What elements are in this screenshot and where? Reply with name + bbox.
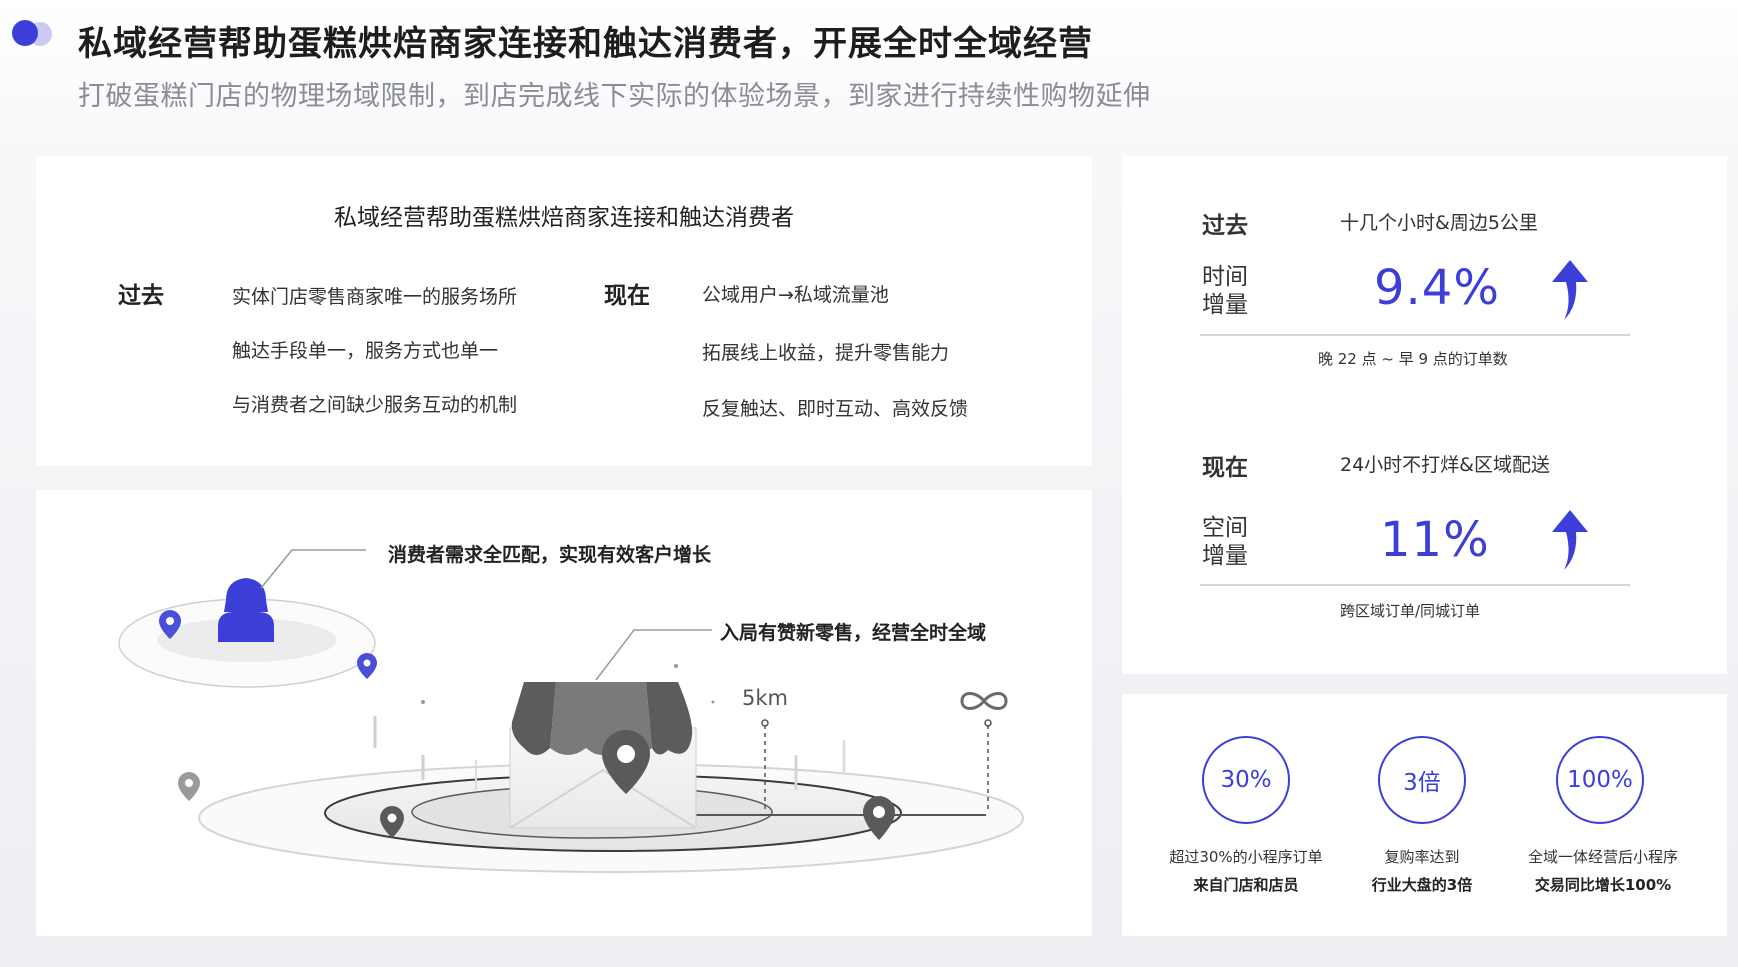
stat-1-line-2: 来自门店和店员: [1193, 876, 1299, 894]
now-label: 现在: [604, 283, 650, 309]
time-metric-label-2: 增量: [1202, 292, 1248, 318]
top-callout-text: 消费者需求全匹配，实现有效客户增长: [388, 544, 712, 566]
past-item-1: 实体门店零售商家唯一的服务场所: [232, 286, 518, 308]
stat-circle-2: 3倍: [1378, 736, 1466, 824]
arrow-up-icon: [1552, 260, 1588, 320]
past-item-3: 与消费者之间缺少服务互动的机制: [232, 394, 518, 416]
stat-2-line-2: 行业大盘的3倍: [1371, 876, 1473, 894]
space-metric-label-2: 增量: [1202, 543, 1248, 569]
past-item-2: 触达手段单一，服务方式也单一: [232, 340, 499, 362]
time-divider: [1200, 334, 1630, 336]
awning-right: [646, 682, 693, 755]
metrics-now-desc: 24小时不打烊&区域配送: [1340, 454, 1550, 476]
space-divider: [1200, 584, 1630, 586]
bullet-dark-dot: [12, 20, 38, 46]
comparison-card: 私域经营帮助蛋糕烘焙商家连接和触达消费者 过去 实体门店零售商家唯一的服务场所 …: [36, 156, 1092, 466]
space-increase-value: 11%: [1380, 512, 1490, 568]
mid-callout-text: 入局有赞新零售，经营全时全域: [720, 622, 987, 644]
stat-circle-1: 30%: [1202, 736, 1290, 824]
distance-label: 5km: [742, 686, 788, 710]
page-subtitle: 打破蛋糕门店的物理场域限制，到店完成线下实际的体验场景，到家进行持续性购物延伸: [78, 81, 1151, 112]
now-item-3: 反复触达、即时互动、高效反馈: [702, 398, 969, 420]
metrics-now-label: 现在: [1202, 455, 1248, 481]
arrow-up-icon: [1552, 510, 1588, 570]
stats-card: 30% 超过30%的小程序订单 来自门店和店员 3倍 复购率达到 行业大盘的3倍…: [1122, 694, 1727, 936]
time-metric-label-1: 时间: [1202, 264, 1248, 290]
stat-3-line-1: 全域一体经营后小程序: [1527, 848, 1678, 866]
stat-3-line-2: 交易同比增长100%: [1534, 876, 1672, 894]
past-label: 过去: [118, 283, 164, 309]
top-callout-leader: [260, 549, 366, 589]
stat-1-line-1: 超过30%的小程序订单: [1169, 848, 1323, 866]
now-item-1: 公域用户→私域流量池: [702, 284, 889, 306]
title-bullet-icon: [12, 18, 56, 48]
metrics-past-desc: 十几个小时&周边5公里: [1340, 212, 1538, 234]
time-increase-value: 9.4%: [1374, 260, 1500, 316]
space-metric-label-1: 空间: [1202, 515, 1248, 541]
stat-circle-3: 100%: [1556, 736, 1644, 824]
illustration-card: 消费者需求全匹配，实现有效客户增长 入局有赞新零售，经营全时全域 5km: [36, 490, 1092, 936]
now-item-2: 拓展线上收益，提升零售能力: [702, 342, 950, 364]
space-metric-note: 跨区域订单/同城订单: [1340, 602, 1481, 620]
comparison-title: 私域经营帮助蛋糕烘焙商家连接和触达消费者: [334, 205, 794, 231]
stat-2-line-1: 复购率达到: [1384, 848, 1460, 866]
page-title: 私域经营帮助蛋糕烘焙商家连接和触达消费者，开展全时全域经营: [78, 24, 1093, 64]
time-metric-note: 晚 22 点 ~ 早 9 点的订单数: [1318, 350, 1508, 368]
metrics-card: 过去 十几个小时&周边5公里 时间 增量 9.4% 晚 22 点 ~ 早 9 点…: [1122, 156, 1727, 674]
mid-callout-leader: [595, 629, 712, 681]
infinity-icon: [960, 692, 1008, 710]
person-body: [218, 612, 274, 642]
metrics-past-label: 过去: [1202, 213, 1248, 239]
